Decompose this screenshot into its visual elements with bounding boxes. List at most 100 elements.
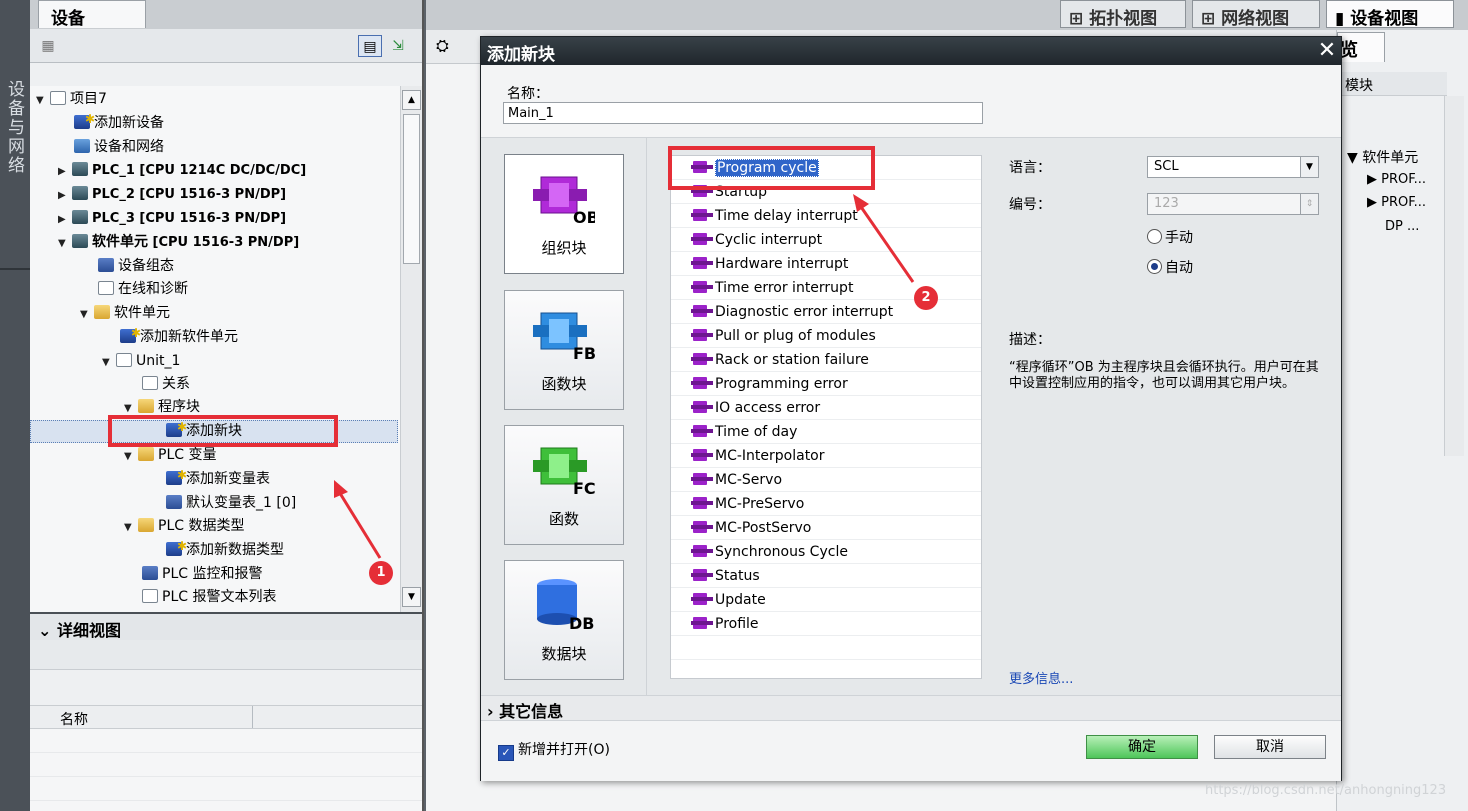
tree-item-add-tag-table[interactable]: 添加新变量表	[166, 464, 270, 491]
ob-item-mc-preservo[interactable]: MC-PreServo	[691, 494, 804, 514]
number-stepper[interactable]: 123 ⇕	[1147, 193, 1319, 215]
tree-item-software-units[interactable]: ▼ 软件单元	[80, 302, 170, 325]
table-view-icon[interactable]: ▤	[358, 35, 382, 57]
chevron-right-icon[interactable]: ›	[487, 702, 499, 721]
collapse-icon[interactable]: ⌄	[38, 621, 57, 640]
ob-item-profile[interactable]: Profile	[691, 614, 759, 634]
expand-icon[interactable]: ▼	[102, 351, 116, 374]
tab-network-view[interactable]: ⊞ 网络视图	[1192, 0, 1320, 29]
checkmark-icon[interactable]: ✓	[498, 745, 514, 761]
collapsed-icon[interactable]: ▶	[1367, 195, 1381, 210]
radio-circle-selected[interactable]	[1147, 259, 1162, 274]
ob-item-io-access-error[interactable]: IO access error	[691, 398, 820, 418]
overview-column-module[interactable]: 模块	[1337, 72, 1447, 96]
detail-view-header[interactable]: ⌄ 详细视图	[30, 612, 422, 640]
block-type-db-button[interactable]: DB 数据块	[504, 560, 624, 680]
tree-item-devices-networks[interactable]: 设备和网络	[74, 136, 164, 159]
more-info-link[interactable]: 更多信息...	[1009, 668, 1073, 687]
device-toolbar-icon[interactable]: ⛭	[436, 36, 449, 56]
ob-type-list[interactable]: Program cycle Startup Time delay interru…	[670, 155, 982, 679]
tab-overview[interactable]: 览	[1337, 32, 1385, 62]
expand-icon[interactable]: ▼	[124, 445, 138, 468]
ob-item-status[interactable]: Status	[691, 566, 760, 586]
chevron-down-icon[interactable]: ▼	[1300, 157, 1318, 177]
ob-item-synchronous-cycle[interactable]: Synchronous Cycle	[691, 542, 848, 562]
export-icon[interactable]: ⇲	[386, 35, 410, 57]
ob-item-mc-interpolator[interactable]: MC-Interpolator	[691, 446, 825, 466]
ob-item-hardware[interactable]: Hardware interrupt	[691, 254, 848, 274]
radio-manual[interactable]: 手动	[1147, 227, 1193, 247]
expand-icon[interactable]: ▼	[1347, 150, 1362, 166]
tree-item-project[interactable]: ▼ 项目7	[36, 88, 107, 111]
ob-item-diagnostic-error[interactable]: Diagnostic error interrupt	[691, 302, 893, 322]
tree-item-online-diag[interactable]: 在线和诊断	[98, 278, 188, 301]
ob-item-time-delay[interactable]: Time delay interrupt	[691, 206, 858, 226]
expand-icon[interactable]: ▼	[58, 232, 72, 255]
expand-icon[interactable]: ▼	[36, 89, 50, 112]
radio-auto[interactable]: 自动	[1147, 257, 1193, 277]
ob-item-pull-plug[interactable]: Pull or plug of modules	[691, 326, 876, 346]
ob-item-time-error[interactable]: Time error interrupt	[691, 278, 853, 298]
tree-scrollbar[interactable]: ▲ ▼	[400, 86, 422, 612]
overview-scrollbar[interactable]	[1444, 96, 1464, 456]
cancel-button[interactable]: 取消	[1214, 735, 1326, 759]
tree-item-device-config[interactable]: 设备组态	[98, 255, 174, 278]
overview-item-software-unit[interactable]: ▼ 软件单元	[1347, 147, 1418, 167]
tree-item-plc2[interactable]: ▶ PLC_2 [CPU 1516-3 PN/DP]	[58, 183, 286, 206]
tree-item-plc3[interactable]: ▶ PLC_3 [CPU 1516-3 PN/DP]	[58, 207, 286, 230]
ob-item-time-of-day[interactable]: Time of day	[691, 422, 797, 442]
tree-item-add-data-type[interactable]: 添加新数据类型	[166, 535, 284, 562]
ob-item-programming-error[interactable]: Programming error	[691, 374, 848, 394]
collapsed-icon[interactable]: ▶	[1367, 172, 1381, 187]
other-info-section[interactable]: › 其它信息	[481, 695, 1341, 721]
tab-device-view[interactable]: ▮ 设备视图	[1326, 0, 1454, 29]
overview-item-prof1[interactable]: ▶ PROF...	[1367, 172, 1426, 187]
tree-item-relations[interactable]: 关系	[142, 373, 190, 396]
expand-icon[interactable]: ▼	[80, 303, 94, 326]
step-badge-1: 1	[369, 561, 393, 585]
grid-view-icon[interactable]: ▦	[36, 35, 60, 57]
devices-networks-label[interactable]: 设备与网络	[3, 80, 27, 175]
scroll-up-icon[interactable]: ▲	[402, 90, 421, 110]
tab-topology-view[interactable]: ⊞ 拓扑视图	[1060, 0, 1186, 29]
ob-item-mc-postservo[interactable]: MC-PostServo	[691, 518, 811, 538]
ok-button[interactable]: 确定	[1086, 735, 1198, 759]
tree-item-plc-tags[interactable]: ▼ PLC 变量	[124, 444, 216, 467]
block-type-ob-button[interactable]: OB 组织块	[504, 154, 624, 274]
block-type-db-label: 数据块	[541, 645, 587, 663]
block-name-input[interactable]	[503, 102, 983, 124]
tree-item-add-software-unit[interactable]: 添加新软件单元	[120, 322, 238, 349]
expand-icon[interactable]: ▼	[124, 516, 138, 539]
ob-item-rack-failure[interactable]: Rack or station failure	[691, 350, 869, 370]
collapsed-icon[interactable]: ▶	[58, 208, 72, 231]
dialog-title[interactable]: 添加新块	[481, 37, 1341, 65]
language-label: 语言：	[1009, 160, 1051, 176]
column-name[interactable]: 名称	[60, 709, 88, 729]
tree-item-add-device[interactable]: 添加新设备	[74, 108, 164, 135]
tree-item-unit1[interactable]: ▼ Unit_1	[102, 350, 180, 373]
number-label: 编号：	[1009, 197, 1051, 213]
block-type-fb-button[interactable]: FB 函数块	[504, 290, 624, 410]
block-type-fc-button[interactable]: FC 函数	[504, 425, 624, 545]
radio-circle[interactable]	[1147, 229, 1162, 244]
tree-item-plc-alarms[interactable]: PLC 监控和报警	[142, 563, 262, 586]
collapsed-icon[interactable]: ▶	[58, 184, 72, 207]
tree-item-plc1[interactable]: ▶ PLC_1 [CPU 1214C DC/DC/DC]	[58, 159, 306, 182]
language-select[interactable]: SCL ▼	[1147, 156, 1319, 178]
scroll-down-icon[interactable]: ▼	[402, 587, 421, 607]
add-and-open-checkbox[interactable]: ✓ 新增并打开(O)	[498, 739, 610, 761]
tab-devices[interactable]: 设备	[38, 0, 146, 29]
column-separator[interactable]	[252, 706, 253, 728]
overview-item-dp[interactable]: DP ...	[1385, 219, 1419, 234]
ob-item-cyclic[interactable]: Cyclic interrupt	[691, 230, 822, 250]
tree-item-alarm-text-lists[interactable]: PLC 报警文本列表	[142, 586, 276, 609]
ob-item-mc-servo[interactable]: MC-Servo	[691, 470, 782, 490]
stepper-icon[interactable]: ⇕	[1300, 194, 1318, 214]
tree-item-software-unit-cpu[interactable]: ▼ 软件单元 [CPU 1516-3 PN/DP]	[58, 231, 299, 254]
ob-item-update[interactable]: Update	[691, 590, 766, 610]
tree-item-default-tag-table[interactable]: 默认变量表_1 [0]	[166, 492, 296, 515]
close-icon[interactable]: ✕	[1313, 37, 1341, 65]
scroll-thumb[interactable]	[403, 114, 420, 264]
overview-item-prof2[interactable]: ▶ PROF...	[1367, 195, 1426, 210]
collapsed-icon[interactable]: ▶	[58, 160, 72, 183]
